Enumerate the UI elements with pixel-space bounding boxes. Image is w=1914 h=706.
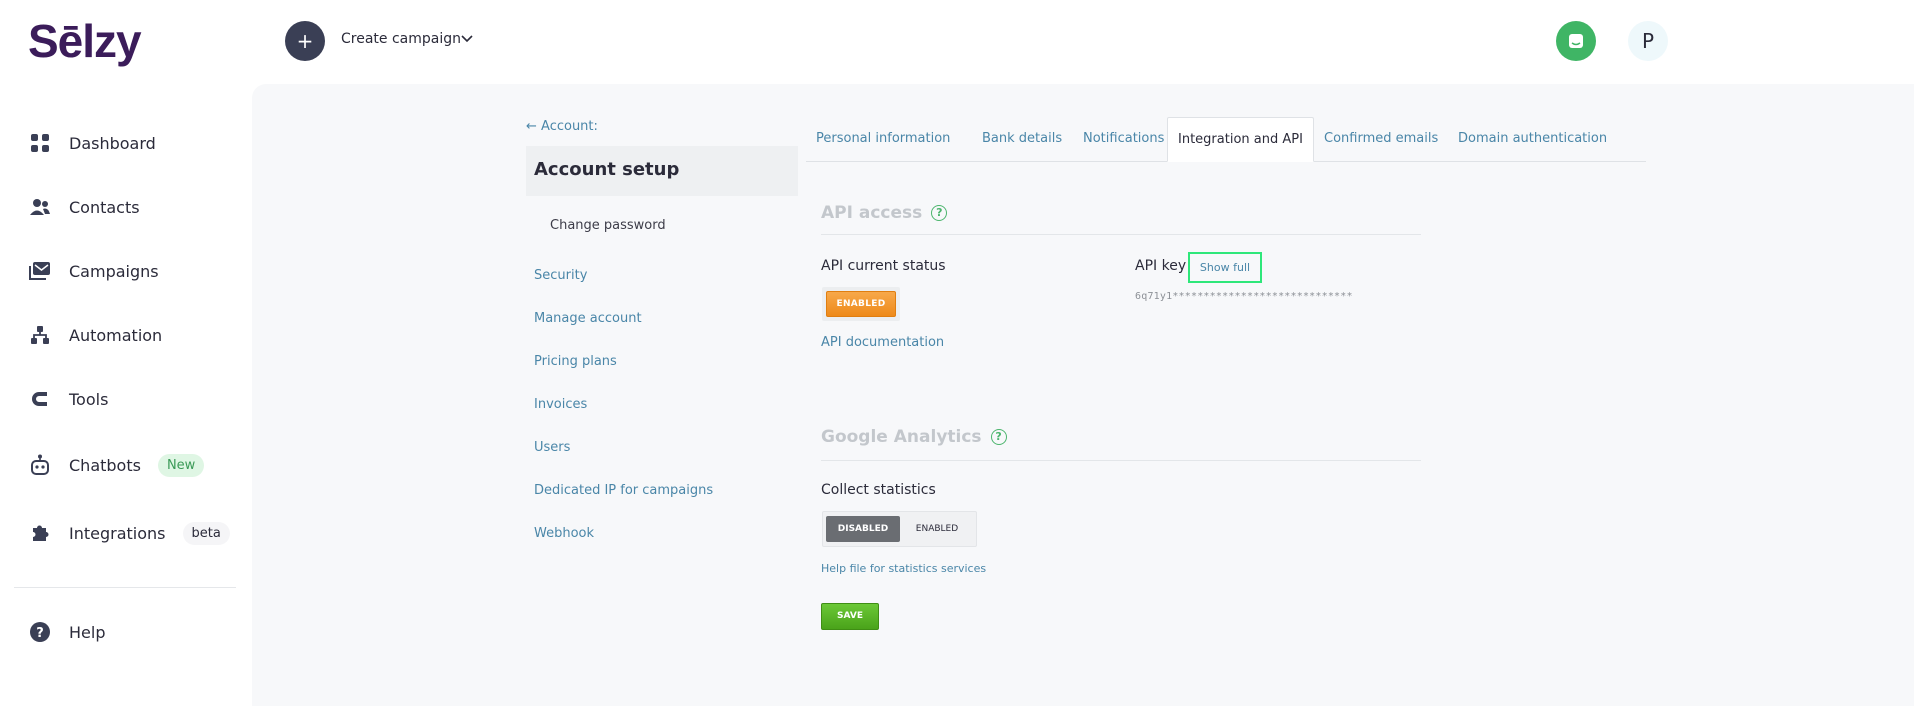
main-content bbox=[252, 84, 1914, 706]
create-campaign-label[interactable]: Create campaign bbox=[341, 31, 461, 47]
dedicated-ip-link[interactable]: Dedicated IP for campaigns bbox=[534, 483, 713, 498]
sidebar-item-label: Chatbots bbox=[69, 455, 141, 475]
tab-notifications[interactable]: Notifications bbox=[1073, 117, 1174, 162]
tab-personal-information[interactable]: Personal information bbox=[806, 117, 960, 162]
statistics-disabled-option[interactable]: DISABLED bbox=[826, 516, 900, 542]
user-avatar[interactable]: P bbox=[1628, 21, 1668, 61]
sidebar-item-label: Automation bbox=[69, 325, 163, 345]
security-link[interactable]: Security bbox=[534, 268, 587, 283]
top-header: Sēlzy + Create campaign P bbox=[0, 0, 1914, 84]
flow-icon bbox=[28, 323, 52, 347]
pricing-plans-link[interactable]: Pricing plans bbox=[534, 354, 617, 369]
statistics-enabled-option[interactable]: ENABLED bbox=[903, 516, 971, 542]
sidebar-item-chatbots[interactable]: Chatbots New bbox=[28, 450, 205, 480]
magnet-icon bbox=[28, 387, 52, 411]
api-key-value: 6q71y1***************************** bbox=[1135, 291, 1353, 302]
manage-account-link[interactable]: Manage account bbox=[534, 311, 642, 326]
sidebar-item-integrations[interactable]: Integrations beta bbox=[28, 518, 230, 548]
sidebar-item-contacts[interactable]: Contacts bbox=[28, 192, 140, 222]
sidebar-item-label: Campaigns bbox=[69, 261, 159, 281]
svg-text:?: ? bbox=[36, 626, 44, 641]
new-badge: New bbox=[157, 453, 205, 477]
create-campaign-plus-button[interactable]: + bbox=[285, 21, 325, 61]
collect-statistics-label: Collect statistics bbox=[821, 482, 936, 498]
save-button[interactable]: SAVE bbox=[821, 603, 879, 630]
users-link[interactable]: Users bbox=[534, 440, 570, 455]
tab-confirmed-emails[interactable]: Confirmed emails bbox=[1314, 117, 1448, 162]
sidebar-item-tools[interactable]: Tools bbox=[28, 384, 108, 414]
show-full-key-link[interactable]: Show full bbox=[1188, 252, 1262, 283]
api-status-label: API current status bbox=[821, 258, 946, 274]
help-circle-icon[interactable]: ? bbox=[990, 429, 1007, 445]
api-documentation-link[interactable]: API documentation bbox=[821, 335, 944, 350]
help-circle-icon[interactable]: ? bbox=[931, 205, 948, 221]
chat-icon[interactable] bbox=[1556, 21, 1596, 61]
beta-badge: beta bbox=[182, 521, 230, 545]
grid-icon bbox=[28, 131, 52, 155]
sidebar-item-label: Tools bbox=[69, 389, 109, 409]
puzzle-icon bbox=[28, 521, 52, 545]
change-password-link[interactable]: Change password bbox=[550, 218, 666, 233]
api-access-heading: API access ? bbox=[821, 203, 948, 223]
tab-domain-authentication[interactable]: Domain authentication bbox=[1448, 117, 1617, 162]
api-enabled-button[interactable]: ENABLED bbox=[826, 291, 896, 317]
sidebar-item-help[interactable]: ? Help bbox=[28, 617, 105, 647]
sidebar-item-automation[interactable]: Automation bbox=[28, 320, 162, 350]
section-divider bbox=[821, 234, 1421, 235]
users-icon bbox=[28, 195, 52, 219]
chevron-down-icon[interactable] bbox=[459, 31, 475, 47]
help-icon: ? bbox=[28, 620, 52, 644]
sidebar-item-label: Dashboard bbox=[69, 133, 156, 153]
section-divider bbox=[821, 460, 1421, 461]
sidebar-item-label: Help bbox=[69, 622, 106, 642]
sidebar-divider bbox=[14, 587, 236, 588]
selzy-logo[interactable]: Sēlzy bbox=[28, 14, 142, 68]
google-analytics-heading: Google Analytics ? bbox=[821, 427, 1007, 447]
robot-icon bbox=[28, 453, 52, 477]
tab-integration-and-api[interactable]: Integration and API bbox=[1167, 117, 1314, 162]
sidebar-item-campaigns[interactable]: Campaigns bbox=[28, 256, 159, 286]
sidebar-item-dashboard[interactable]: Dashboard bbox=[28, 128, 156, 158]
webhook-link[interactable]: Webhook bbox=[534, 526, 594, 541]
invoices-link[interactable]: Invoices bbox=[534, 397, 587, 412]
settings-tabs: Personal information Bank details Notifi… bbox=[806, 117, 1646, 162]
mail-icon bbox=[28, 259, 52, 283]
statistics-help-link[interactable]: Help file for statistics services bbox=[821, 562, 986, 575]
account-setup-title: Account setup bbox=[526, 146, 798, 196]
sidebar-item-label: Integrations bbox=[69, 523, 166, 543]
sidebar-item-label: Contacts bbox=[69, 197, 140, 217]
api-key-label: API key bbox=[1135, 258, 1187, 274]
tab-bank-details[interactable]: Bank details bbox=[972, 117, 1072, 162]
back-to-account-link[interactable]: ← Account: bbox=[526, 119, 598, 134]
